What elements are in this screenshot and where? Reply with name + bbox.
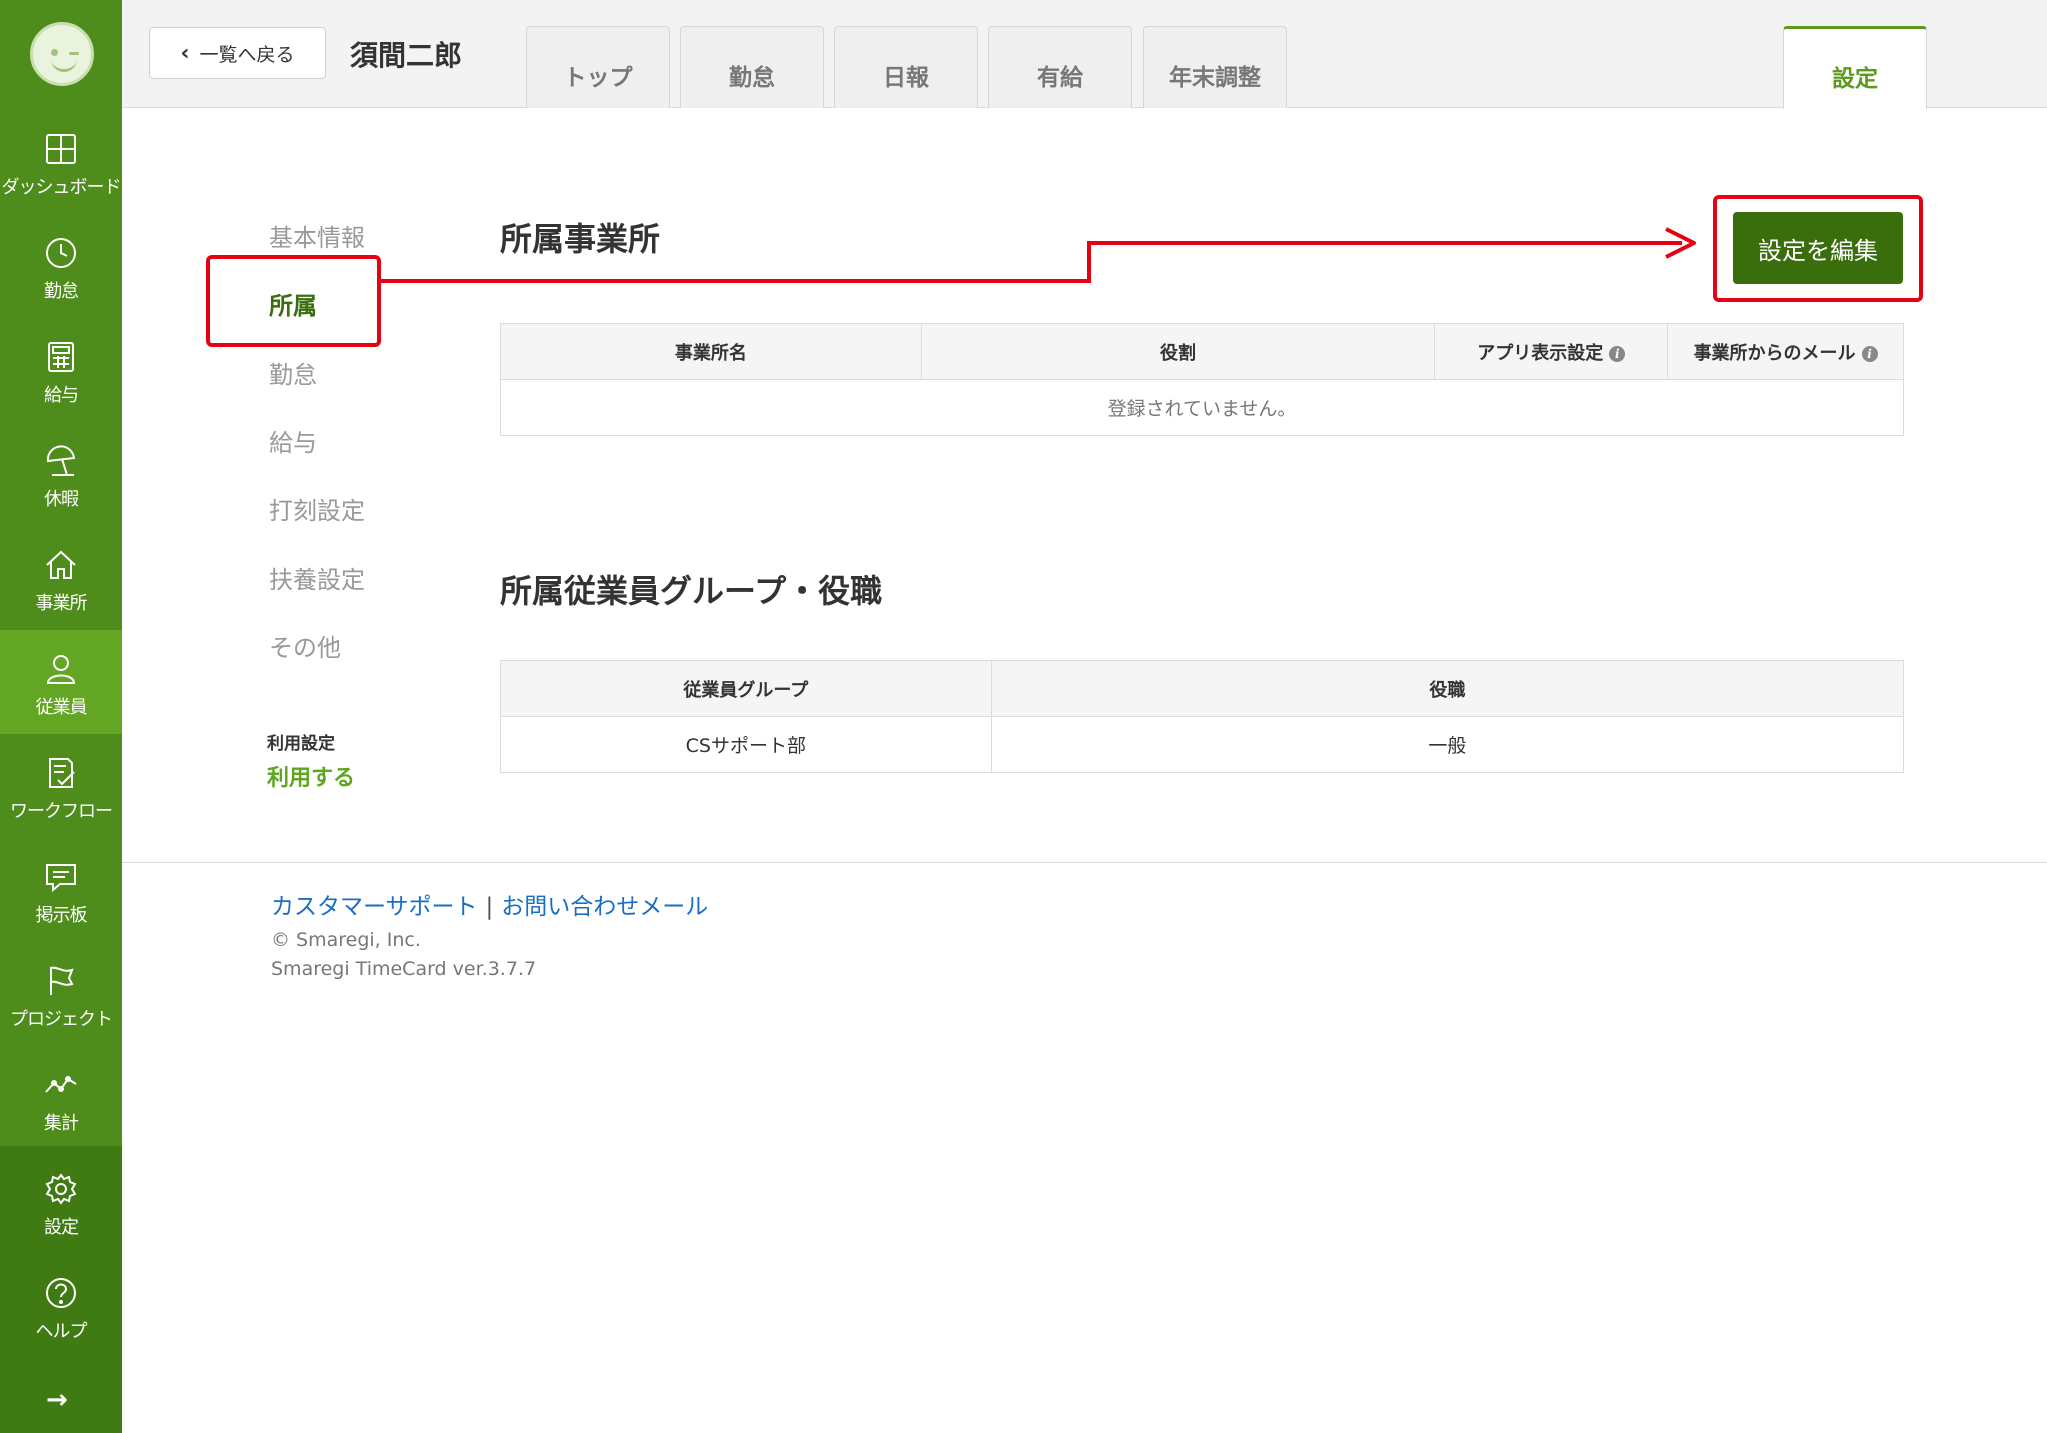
calculator-icon xyxy=(48,342,74,372)
subnav-attendance[interactable]: 勤怠 xyxy=(269,355,317,390)
sidebar-item-offices[interactable]: 事業所 xyxy=(0,526,122,630)
gear-icon xyxy=(45,1173,77,1205)
column-header: 役職 xyxy=(990,660,1905,717)
flag-icon xyxy=(50,966,74,995)
sidebar-item-label: ダッシュボード xyxy=(1,177,122,198)
back-button-label: 一覧へ戻る xyxy=(199,43,295,66)
sidebar-item-label: 事業所 xyxy=(35,593,88,614)
header: ‹ 一覧へ戻る 須間二郎 トップ 勤怠 日報 有給 年末調整 設定 xyxy=(122,0,2047,109)
sidebar-item-label: ヘルプ xyxy=(35,1321,88,1342)
table-row: CSサポート部 一般 xyxy=(500,716,1905,773)
subnav-other[interactable]: その他 xyxy=(269,628,341,663)
column-header: 事業所からのメール i xyxy=(1667,323,1904,380)
footer-links: カスタマーサポート | お問い合わせメール xyxy=(271,887,708,921)
subnav-dependent-settings[interactable]: 扶養設定 xyxy=(269,560,365,595)
employee-name: 須間二郎 xyxy=(350,39,463,72)
checklist-icon xyxy=(49,758,75,788)
info-icon[interactable]: i xyxy=(1861,345,1878,362)
table-header-row: 従業員グループ 役職 xyxy=(500,660,1905,717)
sidebar-item-label: 集計 xyxy=(44,1113,79,1134)
usage-setting-value[interactable]: 利用する xyxy=(267,760,355,792)
sidebar-item-label: ワークフロー xyxy=(10,801,113,822)
sidebar-item-payroll[interactable]: 給与 xyxy=(0,318,122,422)
column-header: 従業員グループ xyxy=(500,660,992,717)
position-cell: 一般 xyxy=(990,716,1905,773)
usage-setting-label: 利用設定 xyxy=(267,734,335,754)
groups-section-title: 所属従業員グループ・役職 xyxy=(500,572,883,610)
dashboard-icon xyxy=(46,134,76,164)
message-icon xyxy=(46,864,76,893)
subnav-payroll[interactable]: 給与 xyxy=(269,423,317,458)
empty-message: 登録されていません。 xyxy=(500,379,1904,436)
footer-divider xyxy=(122,862,2047,863)
table-header-row: 事業所名 役割 アプリ表示設定 i 事業所からのメール i xyxy=(500,323,1904,380)
sidebar-item-workflow[interactable]: ワークフロー xyxy=(0,734,122,838)
copyright: © Smaregi, Inc. xyxy=(271,929,421,951)
offices-section-title: 所属事業所 xyxy=(500,220,661,258)
customer-support-link[interactable]: カスタマーサポート xyxy=(271,894,478,920)
umbrella-icon xyxy=(46,445,76,476)
tab-year-end-adjustment[interactable]: 年末調整 xyxy=(1143,26,1287,108)
sidebar-item-label: 勤怠 xyxy=(44,281,79,302)
column-header: 役割 xyxy=(920,323,1436,380)
sidebar-item-label: 休暇 xyxy=(44,489,79,510)
chart-line-icon xyxy=(45,1076,77,1093)
sidebar-item-employees[interactable]: 従業員 xyxy=(0,630,122,734)
column-header: 事業所名 xyxy=(500,323,922,380)
table-row: 登録されていません。 xyxy=(500,379,1904,436)
tab-top[interactable]: トップ xyxy=(526,26,670,108)
tab-paid-leave[interactable]: 有給 xyxy=(988,26,1132,108)
clock-icon xyxy=(46,238,76,268)
sidebar-item-reports[interactable]: 集計 xyxy=(0,1046,122,1150)
sidebar-item-label: 従業員 xyxy=(35,697,88,718)
highlight-edit-button-box xyxy=(1713,195,1923,302)
version-text: Smaregi TimeCard ver.3.7.7 xyxy=(271,958,537,980)
arrow-right-icon[interactable]: → xyxy=(46,1385,68,1415)
subnav-basic-info[interactable]: 基本情報 xyxy=(269,218,365,253)
sidebar: ダッシュボード 勤怠 給与 休暇 事業所 従業員 ワークフロー 掲示板 プロジェ… xyxy=(0,0,122,1433)
sidebar-item-dashboard[interactable]: ダッシュボード xyxy=(0,110,122,214)
sidebar-item-label: プロジェクト xyxy=(10,1009,113,1030)
person-icon xyxy=(46,655,76,684)
sidebar-item-label: 設定 xyxy=(44,1217,79,1238)
highlight-affiliation-box xyxy=(206,255,381,347)
group-cell: CSサポート部 xyxy=(500,716,992,773)
contact-email-link[interactable]: お問い合わせメール xyxy=(501,894,708,920)
tab-daily-report[interactable]: 日報 xyxy=(834,26,978,108)
back-to-list-button[interactable]: ‹ 一覧へ戻る xyxy=(149,27,326,79)
info-icon[interactable]: i xyxy=(1609,345,1626,362)
sidebar-item-label: 掲示板 xyxy=(35,905,88,926)
tab-attendance[interactable]: 勤怠 xyxy=(680,26,824,108)
chevron-left-icon: ‹ xyxy=(180,40,190,66)
sidebar-item-project[interactable]: プロジェクト xyxy=(0,942,122,1046)
subnav-stamp-settings[interactable]: 打刻設定 xyxy=(269,491,365,526)
groups-table: 従業員グループ 役職 CSサポート部 一般 xyxy=(500,660,1905,773)
sidebar-item-help[interactable]: ヘルプ xyxy=(0,1254,122,1358)
home-icon xyxy=(46,550,76,579)
help-icon xyxy=(46,1278,76,1308)
tab-settings[interactable]: 設定 xyxy=(1783,26,1927,109)
logo-icon[interactable] xyxy=(30,22,94,86)
offices-table: 事業所名 役割 アプリ表示設定 i 事業所からのメール i 登録されていません。 xyxy=(500,323,1904,436)
sidebar-item-board[interactable]: 掲示板 xyxy=(0,838,122,942)
sidebar-item-leave[interactable]: 休暇 xyxy=(0,422,122,526)
sidebar-item-attendance[interactable]: 勤怠 xyxy=(0,214,122,318)
footer-separator: | xyxy=(485,894,494,920)
sidebar-item-settings[interactable]: 設定 xyxy=(0,1150,122,1254)
sidebar-item-label: 給与 xyxy=(44,385,79,406)
column-header: アプリ表示設定 i xyxy=(1434,323,1669,380)
